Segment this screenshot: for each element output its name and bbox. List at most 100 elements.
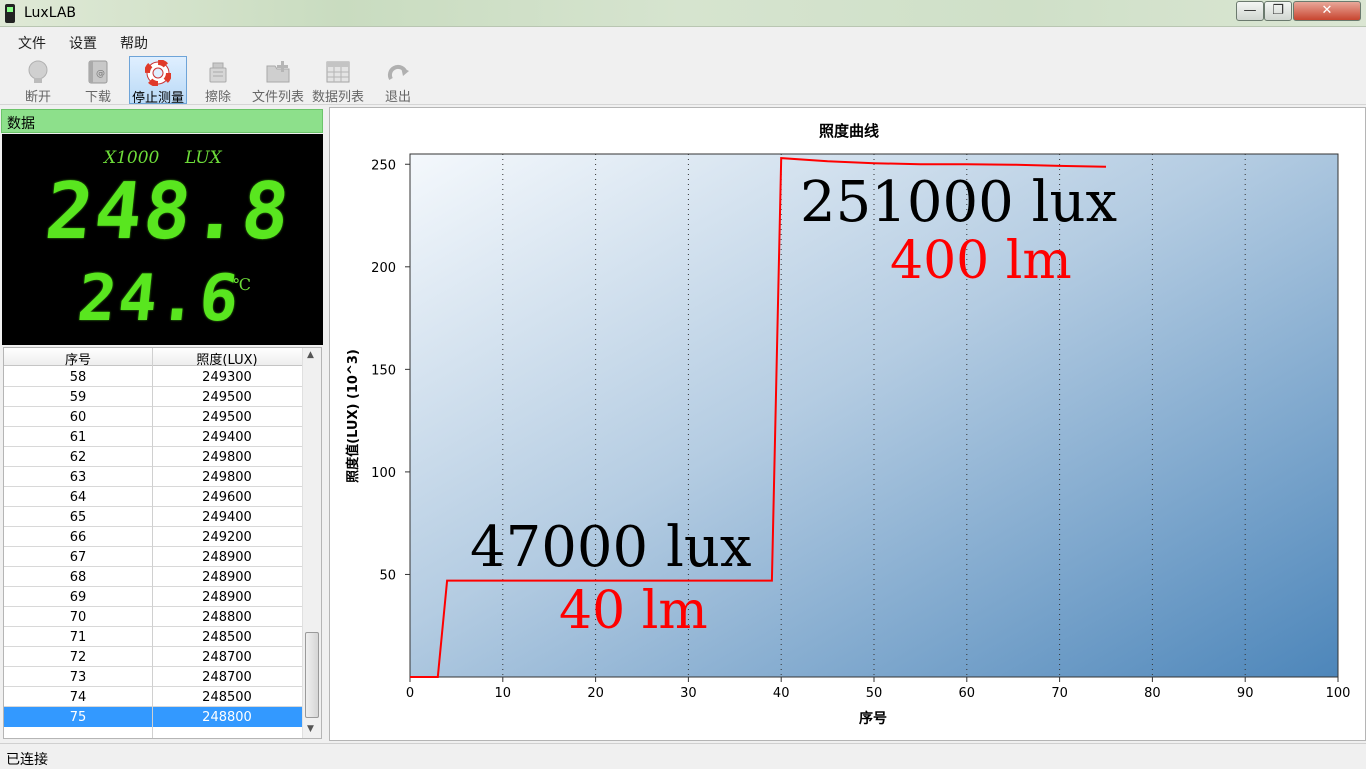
grid-icon: [326, 61, 350, 83]
toolbar: 断开 @ 下载 停止测量 擦除 文件列表 数据列表 退出: [0, 53, 1366, 106]
exit-button[interactable]: 退出: [369, 56, 427, 105]
table-row[interactable]: 58 249300: [4, 367, 302, 387]
close-button[interactable]: ✕: [1293, 1, 1361, 21]
app-icon: [5, 4, 15, 23]
table-scrollbar[interactable]: ▲ ▼: [302, 348, 321, 738]
lux-reading: 248.8: [41, 167, 296, 257]
table-row[interactable]: 65 249400: [4, 507, 302, 527]
cell-index: 73: [69, 670, 87, 685]
table-row[interactable]: 75 248800: [4, 707, 302, 727]
download-button[interactable]: @ 下载: [69, 56, 127, 105]
table-row[interactable]: 71 248500: [4, 627, 302, 647]
cell-index: 69: [69, 590, 87, 605]
status-bar: 已连接: [0, 743, 1366, 768]
annotation-47000-lux: 47000 lux: [470, 515, 752, 580]
cell-lux: 249800: [202, 470, 252, 485]
table-row[interactable]: 72 248700: [4, 647, 302, 667]
cell-lux: 248900: [202, 590, 252, 605]
cell-index: 58: [69, 370, 87, 385]
file-list-label: 文件列表: [251, 90, 304, 105]
cell-lux: 248800: [202, 710, 252, 725]
stop-measure-label: 停止测量: [131, 91, 184, 106]
cell-lux: 249500: [202, 410, 252, 425]
cell-lux: 249600: [202, 490, 252, 505]
table-row[interactable]: 59 249500: [4, 387, 302, 407]
table-header: 序号 照度(LUX): [4, 348, 302, 368]
cell-lux: 248500: [202, 630, 252, 645]
stop-measure-button[interactable]: 停止测量: [129, 56, 187, 106]
cell-index: 66: [69, 530, 87, 545]
erase-button[interactable]: 擦除: [189, 56, 247, 105]
book-icon: @: [88, 60, 108, 84]
cell-index: 59: [69, 390, 87, 405]
lifebuoy-icon: [145, 60, 171, 86]
disconnect-label: 断开: [24, 90, 51, 105]
cell-lux: 248700: [202, 670, 252, 685]
table-row[interactable]: 66 249200: [4, 527, 302, 547]
data-table[interactable]: 序号 照度(LUX) 58 249300 59 249500 60 249500 61 249…: [3, 347, 322, 739]
cell-index: 72: [69, 650, 87, 665]
illuminance-chart: 照度曲线 0 10 20 30 40 50 60 70 80 90 100 50 100 150 200 25…: [345, 122, 1350, 727]
x-axis-label: 序号: [859, 710, 887, 727]
cell-lux: 249800: [202, 450, 252, 465]
table-row[interactable]: 63 249800: [4, 467, 302, 487]
celsius-unit: ℃: [233, 275, 251, 294]
column-header-index[interactable]: 序号: [4, 349, 152, 368]
column-divider: [152, 348, 153, 738]
chart-title: 照度曲线: [819, 122, 879, 140]
scroll-up-arrow[interactable]: ▲: [307, 350, 314, 360]
table-row[interactable]: 70 248800: [4, 607, 302, 627]
lcd-unit: LUX: [185, 148, 222, 168]
table-row[interactable]: 67 248900: [4, 547, 302, 567]
y-axis-label: 照度值(LUX) (10^3): [345, 349, 361, 483]
cell-lux: 248500: [202, 690, 252, 705]
cell-index: 61: [69, 430, 87, 445]
cell-lux: 248900: [202, 570, 252, 585]
table-row[interactable]: 69 248900: [4, 587, 302, 607]
cell-lux: 249200: [202, 530, 252, 545]
menu-bar: 文件 设置 帮助: [0, 28, 1366, 53]
folder-add-icon: [266, 61, 290, 83]
x-tick-label: 90: [1237, 686, 1254, 701]
menu-help[interactable]: 帮助: [120, 33, 148, 53]
table-row[interactable]: 62 249800: [4, 447, 302, 467]
column-header-lux[interactable]: 照度(LUX): [152, 349, 302, 368]
table-row[interactable]: 73 248700: [4, 667, 302, 687]
temperature-reading: 24.6: [74, 262, 245, 336]
annotation-251000-lux: 251000 lux: [800, 170, 1117, 235]
eraser-icon: [209, 62, 227, 83]
disconnect-button[interactable]: 断开: [9, 56, 67, 105]
table-row[interactable]: 68 248900: [4, 567, 302, 587]
erase-label: 擦除: [204, 90, 231, 105]
cell-lux: 248700: [202, 650, 252, 665]
x-tick-label: 40: [773, 686, 790, 701]
data-list-button[interactable]: 数据列表: [309, 56, 367, 105]
table-row[interactable]: 61 249400: [4, 427, 302, 447]
cell-index: 74: [69, 690, 87, 705]
cell-index: 67: [69, 550, 87, 565]
menu-file[interactable]: 文件: [18, 33, 46, 53]
table-row[interactable]: 74 248500: [4, 687, 302, 707]
x-tick-label: 10: [495, 686, 512, 701]
cell-index: 62: [69, 450, 87, 465]
data-panel: 数据 X1000 LUX 248.8 24.6 ℃ 序号 照度(LUX) 58 2…: [0, 107, 326, 741]
table-row[interactable]: 64 249600: [4, 487, 302, 507]
maximize-button[interactable]: ❐: [1264, 1, 1292, 21]
x-tick-label: 20: [587, 686, 604, 701]
cell-lux: 248800: [202, 610, 252, 625]
svg-text:@: @: [96, 69, 105, 79]
minimize-button[interactable]: —: [1236, 1, 1264, 21]
x-tick-label: 80: [1144, 686, 1161, 701]
file-list-button[interactable]: 文件列表: [249, 56, 307, 105]
annotation-40-lm: 40 lm: [559, 581, 708, 641]
cell-lux: 249500: [202, 390, 252, 405]
cell-index: 68: [69, 570, 87, 585]
table-row[interactable]: 60 249500: [4, 407, 302, 427]
x-tick-label: 60: [959, 686, 976, 701]
scroll-down-arrow[interactable]: ▼: [307, 724, 314, 734]
menu-settings[interactable]: 设置: [69, 33, 97, 53]
x-tick-label: 50: [866, 686, 883, 701]
scroll-thumb[interactable]: [305, 632, 319, 718]
cell-index: 71: [69, 630, 87, 645]
x-tick-label: 70: [1051, 686, 1068, 701]
